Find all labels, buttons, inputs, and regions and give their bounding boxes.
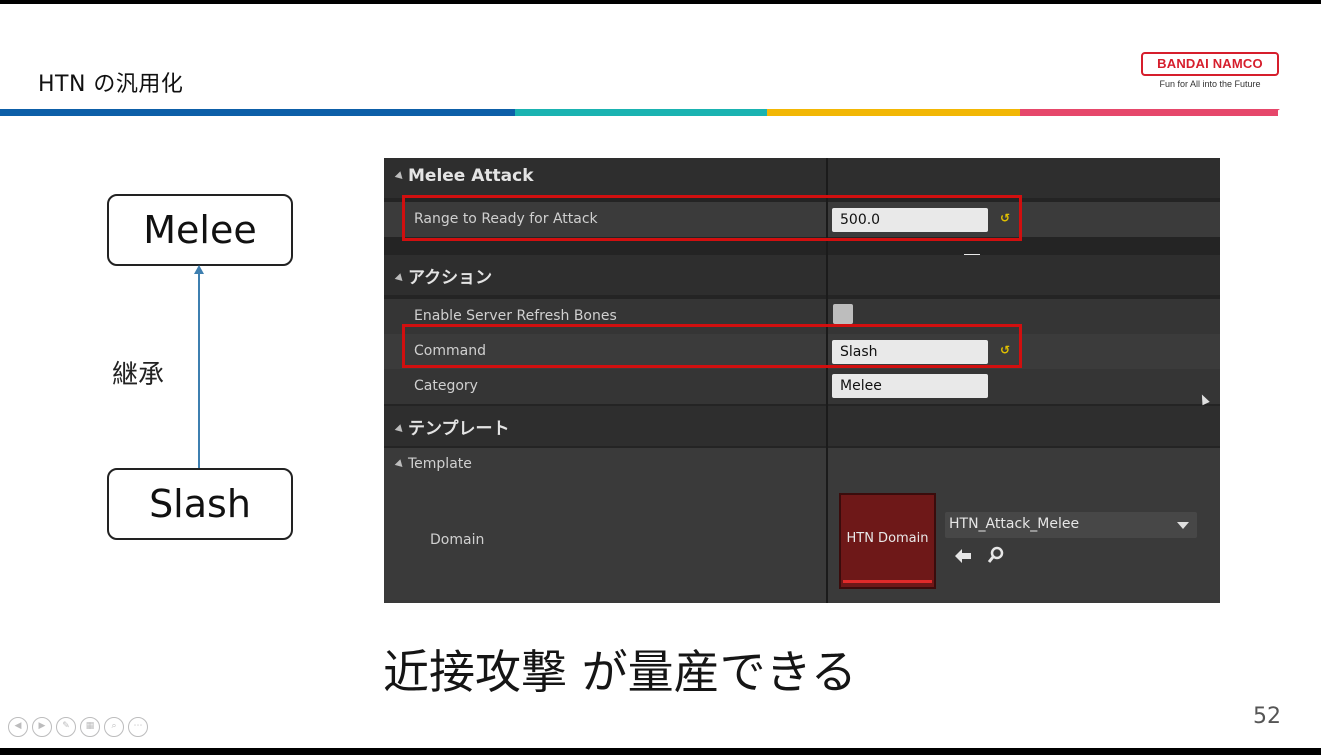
collapse-triangle-icon xyxy=(394,272,406,284)
slide: HTN の汎用化 BANDAI NAMCO Fun for All into t… xyxy=(0,4,1321,748)
header-stripe-blue xyxy=(0,109,515,116)
highlight-box-command xyxy=(402,324,1022,368)
domain-asset-value: HTN_Attack_Melee xyxy=(949,516,1080,532)
header-stripe-yellow xyxy=(767,109,1020,116)
domain-asset-dropdown[interactable]: HTN_Attack_Melee xyxy=(945,512,1197,538)
section-action[interactable]: アクション xyxy=(384,255,1220,295)
collapse-triangle-icon xyxy=(394,423,406,435)
collapse-triangle-icon xyxy=(394,170,406,182)
presentation-controls: ◀ ▶ ✎ ▦ ⌕ ⋯ xyxy=(8,716,152,737)
next-icon[interactable]: ▶ xyxy=(32,716,52,737)
brand-logo: BANDAI NAMCO Fun for All into the Future xyxy=(1141,52,1279,89)
inheritance-arrow-line xyxy=(198,272,200,468)
diagram-node-slash: Slash xyxy=(107,468,293,540)
section-label: アクション xyxy=(394,263,492,288)
domain-label: Domain xyxy=(430,532,485,548)
slide-title: HTN の汎用化 xyxy=(38,72,184,97)
enable-refresh-checkbox[interactable] xyxy=(833,304,853,324)
brand-logo-wordmark: BANDAI NAMCO xyxy=(1141,52,1279,76)
domain-asset-type-bar xyxy=(843,580,932,583)
section-melee-attack[interactable]: Melee Attack xyxy=(384,158,1220,198)
highlight-box-range xyxy=(402,195,1022,241)
summary-caption: 近接攻撃 が量産できる xyxy=(383,645,857,699)
dropdown-caret-icon xyxy=(1177,522,1189,529)
page-number: 52 xyxy=(1253,704,1281,729)
section-template[interactable]: テンプレート xyxy=(384,406,1220,446)
header-stripe-pink xyxy=(1020,109,1278,116)
property-row-category: Category Melee xyxy=(384,369,1220,404)
slides-icon[interactable]: ▦ xyxy=(80,716,100,737)
property-label: Category xyxy=(414,378,478,394)
domain-asset-thumbnail-label: HTN Domain xyxy=(846,531,929,546)
collapse-triangle-icon xyxy=(394,458,406,470)
header-stripe-cap xyxy=(1270,109,1280,116)
more-icon[interactable]: ⋯ xyxy=(128,716,148,737)
inheritance-label: 継承 xyxy=(112,360,165,390)
back-arrow-icon[interactable] xyxy=(954,548,972,564)
pen-icon[interactable]: ✎ xyxy=(56,716,76,737)
diagram-node-melee: Melee xyxy=(107,194,293,266)
domain-asset-thumbnail[interactable]: HTN Domain xyxy=(839,493,936,589)
property-label: Enable Server Refresh Bones xyxy=(414,308,617,324)
header-stripe-teal xyxy=(515,109,767,116)
previous-icon[interactable]: ◀ xyxy=(8,716,28,737)
search-icon[interactable] xyxy=(987,546,1005,564)
category-value-field[interactable]: Melee xyxy=(832,374,988,398)
template-group-label[interactable]: Template xyxy=(394,456,472,472)
section-label: Melee Attack xyxy=(394,166,534,186)
section-label: テンプレート xyxy=(394,414,510,439)
brand-logo-tagline: Fun for All into the Future xyxy=(1159,79,1261,89)
zoom-icon[interactable]: ⌕ xyxy=(104,716,124,737)
